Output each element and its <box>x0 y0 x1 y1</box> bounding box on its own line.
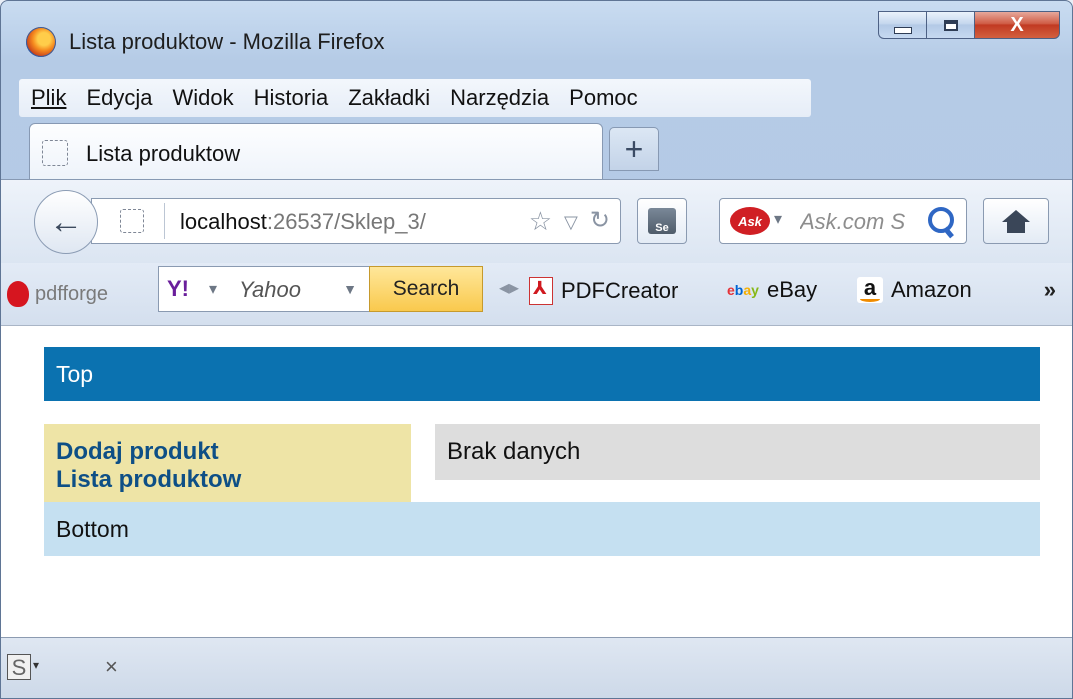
page-favicon-icon <box>42 140 68 166</box>
search-input[interactable]: Ask.com S <box>800 209 910 235</box>
yahoo-logo-icon[interactable]: Y! <box>167 276 189 302</box>
link-lista-produktow[interactable]: Lista produktow <box>56 466 411 494</box>
bookmark-amazon[interactable]: a Amazon <box>857 277 972 303</box>
page-bottom-section: Bottom <box>44 502 1040 556</box>
minimize-icon <box>893 26 912 34</box>
link-dodaj-produkt[interactable]: Dodaj produkt <box>56 438 411 466</box>
back-button[interactable]: ← <box>34 190 98 254</box>
addon-s-dropdown-icon[interactable]: ▾ <box>33 658 39 672</box>
menu-historia[interactable]: Historia <box>254 85 329 111</box>
maximize-button[interactable] <box>926 11 974 39</box>
ask-logo-icon[interactable]: Ask <box>730 207 770 235</box>
firefox-logo-icon[interactable] <box>26 27 56 57</box>
yahoo-search-box[interactable]: Y! ▾ Yahoo ▼ <box>158 266 370 312</box>
menu-pomoc[interactable]: Pomoc <box>569 85 637 111</box>
close-window-button[interactable]: X <box>974 11 1060 39</box>
bookmarks-toolbar: pdfforge Y! ▾ Yahoo ▼ Search ◂▸ PDFCreat… <box>1 263 1072 325</box>
menu-edycja[interactable]: Edycja <box>86 85 152 111</box>
tab-label: Lista produktow <box>86 141 241 166</box>
menu-zakladki[interactable]: Zakładki <box>348 85 430 111</box>
navigation-toolbar: localhost:26537/Sklep_3/ ☆ ▽ ↻ ← Se Ask … <box>1 179 1072 264</box>
title-bar[interactable]: Lista produktow - Mozilla Firefox X <box>1 1 1072 81</box>
ebay-icon: ebay <box>727 282 759 298</box>
yahoo-dropdown-icon[interactable]: ▼ <box>343 281 357 297</box>
url-bar-icons: ☆ ▽ ↻ <box>529 206 610 238</box>
addon-bar: S ▾ × <box>1 637 1072 698</box>
site-identity-icon[interactable] <box>120 209 144 233</box>
url-path: :26537/Sklep_3/ <box>266 209 426 234</box>
browser-window: Lista produktow - Mozilla Firefox X Plik… <box>0 0 1073 699</box>
menu-widok[interactable]: Widok <box>173 85 234 111</box>
toolbar-grip-icon[interactable]: ◂▸ <box>499 275 519 300</box>
menu-plik[interactable]: Plik <box>31 85 66 111</box>
url-text[interactable]: localhost:26537/Sklep_3/ <box>180 209 490 235</box>
new-tab-button[interactable]: + <box>609 127 659 171</box>
addon-s-icon[interactable]: S <box>7 654 31 680</box>
close-addon-bar-icon[interactable]: × <box>105 654 118 680</box>
window-title: Lista produktow - Mozilla Firefox <box>69 29 385 54</box>
pdfforge-logo[interactable]: pdfforge <box>7 281 108 307</box>
search-bar[interactable]: Ask ▾ Ask.com S <box>719 198 967 244</box>
back-arrow-icon: ← <box>49 202 83 241</box>
search-engine-dropdown-icon[interactable]: ▾ <box>774 209 782 229</box>
page-top-section: Top <box>44 347 1040 401</box>
addon-toolbar-button[interactable]: Se <box>637 198 687 244</box>
amazon-icon: a <box>857 277 883 303</box>
yahoo-search-button[interactable]: Search <box>369 266 483 312</box>
minimize-button[interactable] <box>878 11 926 39</box>
toolbar-overflow-button[interactable]: » <box>1044 277 1056 303</box>
maximize-icon <box>943 19 958 31</box>
bookmark-pdfcreator[interactable]: PDFCreator <box>529 277 678 305</box>
page-nav-column: Dodaj produkt Lista produktow <box>44 424 411 502</box>
history-dropdown-icon[interactable]: ▽ <box>564 206 578 238</box>
menu-bar: Plik Edycja Widok Historia Zakładki Narz… <box>19 79 811 117</box>
pdfforge-flame-icon <box>7 281 29 307</box>
url-bar[interactable]: localhost:26537/Sklep_3/ ☆ ▽ ↻ <box>91 198 621 244</box>
yahoo-engine-caret-icon[interactable]: ▾ <box>209 279 217 299</box>
url-host: localhost <box>180 209 267 234</box>
pdf-icon <box>529 277 553 305</box>
url-separator <box>164 203 165 239</box>
home-button[interactable] <box>983 198 1049 244</box>
page-viewport: Top Dodaj produkt Lista produktow Brak d… <box>1 325 1072 638</box>
window-controls: X <box>878 11 1060 39</box>
se-addon-icon: Se <box>648 208 676 234</box>
bookmark-ebay[interactable]: ebay eBay <box>727 277 817 303</box>
yahoo-search-input[interactable]: Yahoo <box>239 277 301 303</box>
search-icon[interactable] <box>928 207 954 233</box>
tab-lista-produktow[interactable]: Lista produktow <box>29 123 603 181</box>
bookmark-star-icon[interactable]: ☆ <box>529 206 552 238</box>
home-icon <box>1002 210 1030 233</box>
menu-narzedzia[interactable]: Narzędzia <box>450 85 549 111</box>
page-main-content: Brak danych <box>435 424 1040 480</box>
reload-icon[interactable]: ↻ <box>590 206 610 238</box>
